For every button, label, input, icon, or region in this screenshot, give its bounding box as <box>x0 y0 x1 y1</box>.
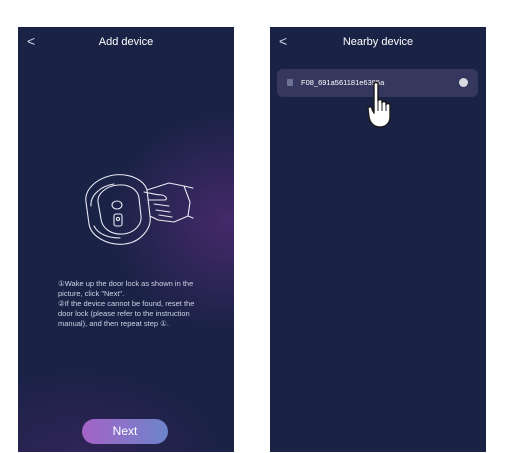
title-bar: < Add device <box>18 27 234 57</box>
lock-icon <box>287 79 293 86</box>
page-title: Add device <box>98 36 154 48</box>
door-lock-illustration <box>85 174 194 245</box>
next-button[interactable]: Next <box>82 419 168 444</box>
page-title: Nearby device <box>342 36 414 48</box>
instruction-step-1: ①Wake up the door lock as shown in the p… <box>58 279 194 298</box>
add-device-screen: < Add device ①Wake up the door lock as s… <box>18 27 234 452</box>
instruction-step-2: ②If the device cannot be found, reset th… <box>58 299 195 328</box>
instructions-text: ①Wake up the door lock as shown in the p… <box>58 279 206 329</box>
title-bar: < Nearby device <box>270 27 486 57</box>
nearby-device-screen: < Nearby device F08_691a561181e6395a <box>270 27 486 452</box>
radio-button[interactable] <box>459 78 468 87</box>
pointing-hand-icon <box>367 81 391 128</box>
